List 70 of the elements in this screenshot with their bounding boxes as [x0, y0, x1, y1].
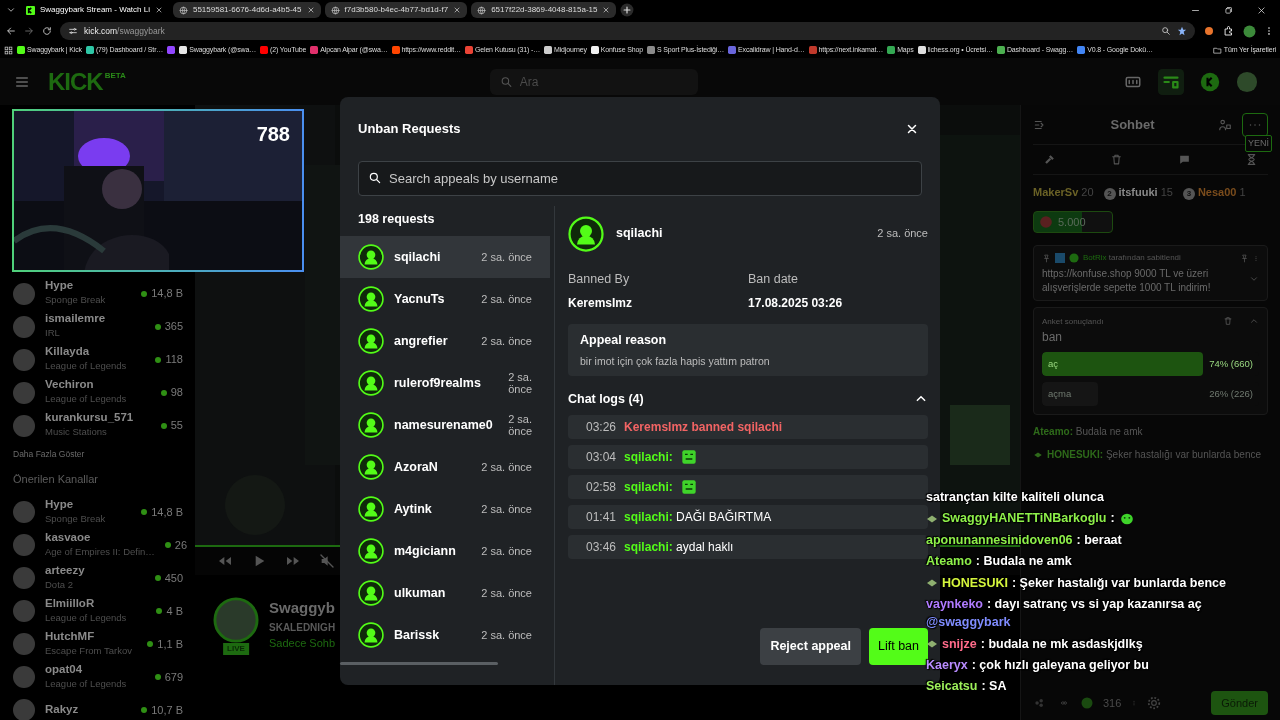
channel-name[interactable]: kurankursu_571: [45, 411, 134, 426]
link[interactable]: https://konfuse.shop: [1042, 268, 1132, 279]
search-field[interactable]: Ara: [489, 68, 698, 95]
category-name: Dota 2: [45, 577, 74, 592]
channel-name[interactable]: arteezy: [45, 563, 85, 578]
chat-title: Sohbet: [1109, 115, 1156, 134]
leaderboard-entry: 3 Nesa00 1: [1182, 183, 1246, 201]
category-name: League of Legends: [45, 392, 127, 407]
overlay-chat-message: SwaggyHANETTiNBarkoglu :: [926, 511, 1280, 526]
channel-name[interactable]: Hype: [45, 279, 106, 294]
category-name: League of Legends: [45, 676, 127, 691]
chat-message: Ateamo: Budala ne amk: [1033, 425, 1144, 438]
overlay-chat-message: snijze : budala ne mk asdaskjdlkş: [926, 636, 1280, 651]
viewer-count: 679: [154, 668, 183, 685]
viewer-count: 10,7 B: [141, 701, 183, 718]
category-name: Music Stations: [45, 425, 108, 440]
viewer-count: 316: [1103, 695, 1122, 711]
chat-message: HONESUKI: Şeker hastalığı var bunlarda bence: [1033, 448, 1268, 461]
viewer-count: 98: [160, 384, 183, 401]
overlay-chat-message: Seicatsu : SA: [926, 679, 1008, 694]
channel-name[interactable]: Killayda: [45, 345, 127, 360]
leaderboard-entry: MakerSv 20: [1033, 184, 1094, 200]
overlay-chat-message: Kaeryx : çok hızlı galeyana geliyor bu: [926, 658, 1150, 673]
channel-name[interactable]: Rakyz: [45, 702, 79, 717]
viewer-count: 55: [160, 417, 183, 434]
pinned-text: https://konfuse.shop 9000 TL ve üzeri alışverişlerde sepette 1000 TL indirim!: [1042, 267, 1212, 294]
section-title: Önerilen Kanallar: [13, 471, 99, 487]
viewer-count: 118: [155, 351, 183, 368]
address-bar[interactable]: kick.com/swaggybark: [60, 22, 1195, 40]
channel-name[interactable]: opat04: [45, 662, 127, 677]
request-item[interactable]: Barissk 2 sa. önce: [340, 614, 550, 657]
viewer-count: 26: [164, 536, 188, 553]
pinned-by-text: BotRix tarafından sabitlendi: [1083, 252, 1181, 264]
viewer-count: 14,8 B: [141, 285, 183, 302]
channel-name[interactable]: Vechiron: [45, 378, 127, 393]
poll-status: Anket sonuçlandı: [1042, 316, 1104, 328]
category-name: Sponge Break: [45, 293, 106, 308]
channel-name[interactable]: HutchMF: [45, 629, 132, 644]
category-name: IRL: [45, 326, 61, 341]
live-badge: LIVE: [223, 643, 249, 655]
viewer-count: 14,8 B: [141, 503, 183, 520]
channel-title: Swaggyb: [269, 598, 336, 618]
stream-title: SKALEDNIGH: [269, 620, 336, 635]
poll-question: ban: [1042, 329, 1064, 346]
browser-tab[interactable]: 55159581-6676-4d6d-a4b5-45: [172, 2, 321, 18]
new-badge: YENİ: [1245, 134, 1272, 152]
browser-tab[interactable]: 6517f22d-3869-4048-815a-15: [471, 2, 617, 18]
category-name: Sponge Break: [45, 511, 106, 526]
beta-label: BETA: [104, 70, 126, 82]
viewer-count: 1,1 B: [147, 635, 183, 652]
channel-name[interactable]: Hype: [45, 497, 106, 512]
browser-tab[interactable]: f7d3b580-b4ec-4b77-bd1d-f7: [324, 2, 468, 18]
viewer-count: 450: [154, 569, 183, 586]
chat-mode-label: Sadece Sohb: [269, 635, 336, 651]
channel-name[interactable]: ElmiilloR: [45, 596, 127, 611]
viewer-count: 4 B: [156, 602, 183, 619]
overlay-chat-message: vaynkeko : dayı satranç vs si yap kazanırsa aç @swaggybark: [926, 596, 1203, 630]
category-name: Age of Empires II: Defin…: [45, 544, 155, 559]
show-more-link[interactable]: Daha Fazla Göster: [13, 448, 183, 461]
channel-name[interactable]: ismailemre: [45, 312, 106, 327]
overlay-chat-message: Ateamo : Budala ne amk: [926, 554, 1073, 569]
channel-name[interactable]: kasvaoe: [45, 530, 155, 545]
reject-button[interactable]: Reject appeal: [760, 628, 861, 665]
category-name: League of Legends: [45, 610, 127, 625]
viewer-count: 365: [154, 318, 183, 335]
category-name: League of Legends: [45, 359, 127, 374]
request-item[interactable]: ulkuman 2 sa. önce: [340, 572, 550, 615]
category-name: Escape From Tarkov: [45, 643, 132, 658]
overlay-chat-message: HONESUKI : Şeker hastalığı var bunlarda bence: [926, 575, 1280, 590]
url-text[interactable]: kick.com/swaggybark: [84, 24, 165, 38]
